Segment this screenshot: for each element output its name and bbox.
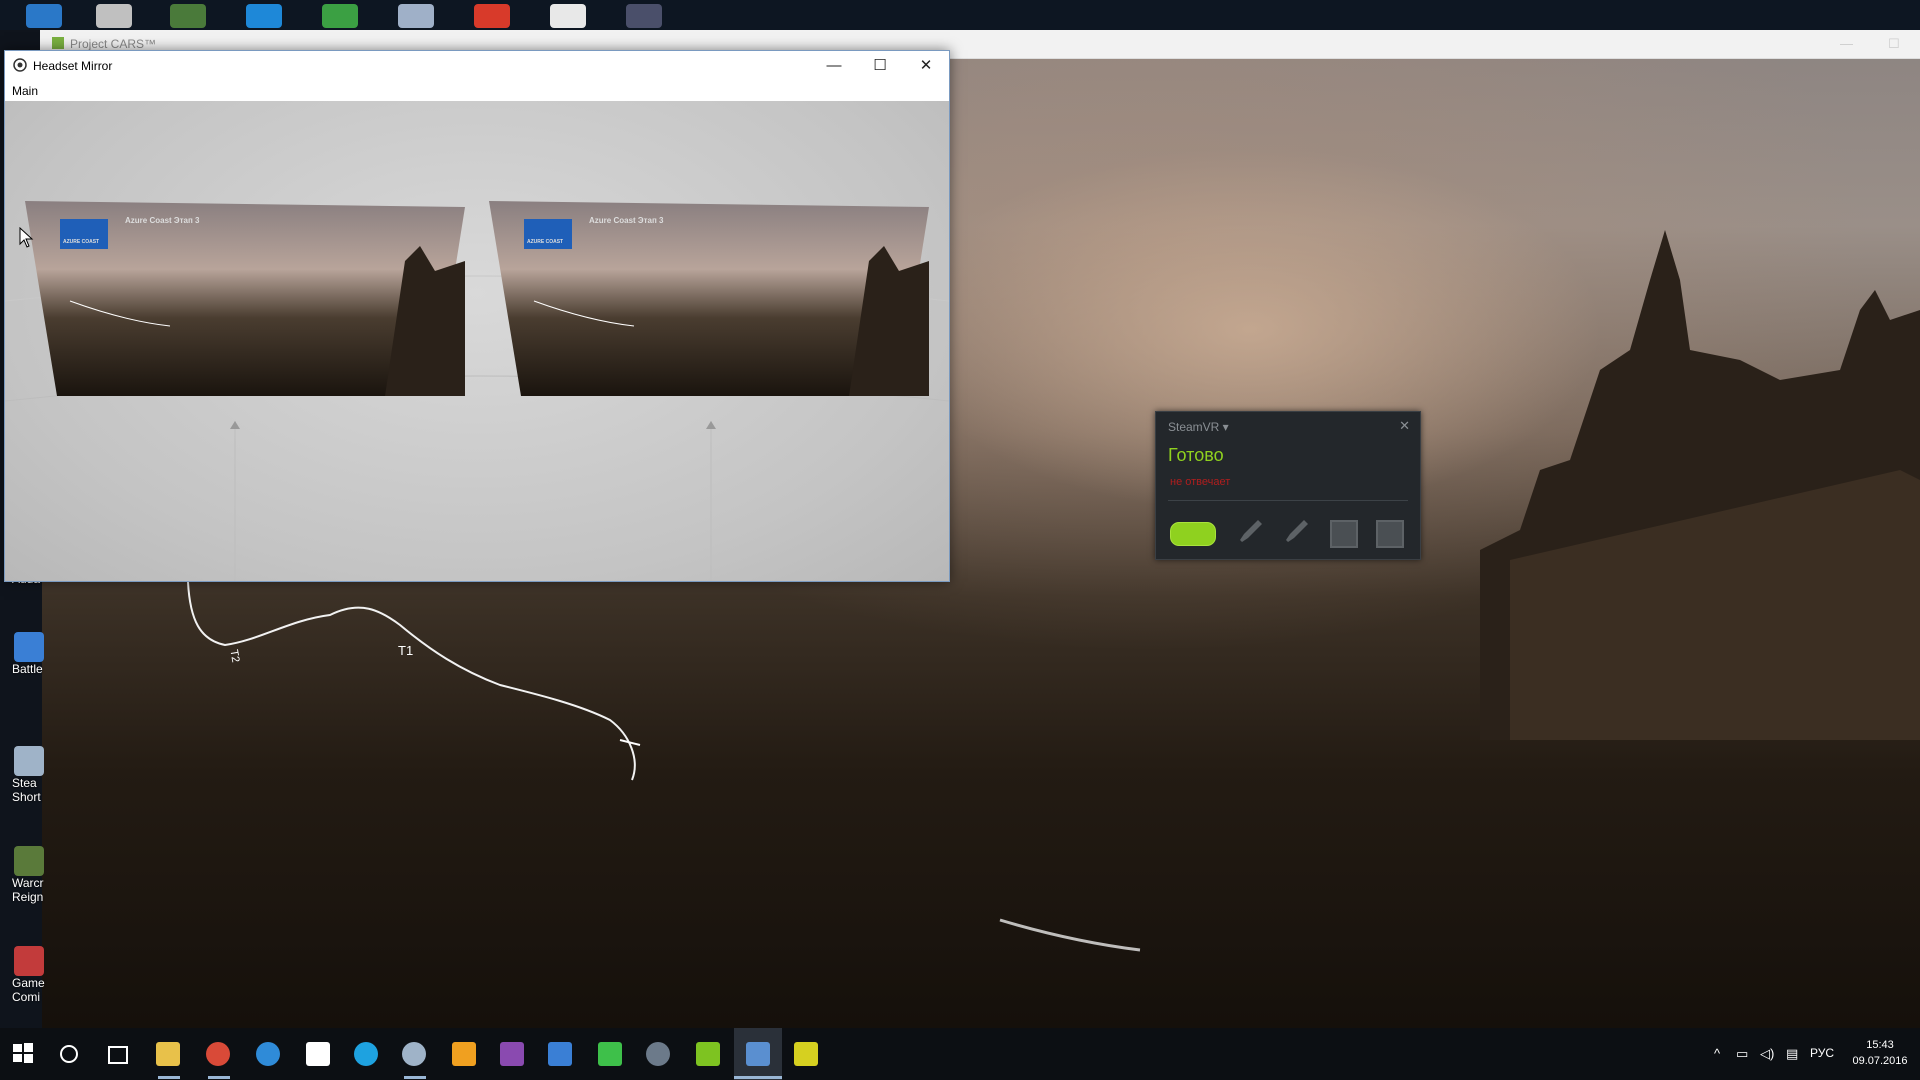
game-commander-icon bbox=[14, 946, 44, 976]
steamvr-menu[interactable]: SteamVR ▾ bbox=[1168, 420, 1229, 434]
active-indicator bbox=[158, 1076, 180, 1079]
desktop-top-icons bbox=[0, 0, 1920, 30]
desktop-icon-label: Stea Short bbox=[12, 776, 41, 804]
base-station-1-icon[interactable] bbox=[1330, 520, 1358, 548]
file-explorer-icon[interactable] bbox=[156, 1042, 180, 1066]
mouse-cursor-icon bbox=[19, 227, 34, 248]
chevron-up-icon[interactable]: ^ bbox=[1714, 1046, 1720, 1061]
close-icon[interactable]: ✕ bbox=[1399, 418, 1410, 434]
nvidia-icon[interactable] bbox=[696, 1042, 720, 1066]
eye-panel-title: Azure Coast Этап 3 bbox=[125, 216, 200, 225]
skype-icon[interactable] bbox=[354, 1042, 378, 1066]
razer-icon[interactable] bbox=[598, 1042, 622, 1066]
desktop-icon-game-commander[interactable]: Game Comi bbox=[8, 946, 48, 1004]
top-desktop-icon[interactable] bbox=[246, 4, 282, 28]
game-window-title: Project CARS™ bbox=[70, 37, 157, 51]
headset-mirror-view: Azure Coast Этап 3 AZURE COAST Azure Coa… bbox=[5, 101, 949, 581]
project-cars-icon bbox=[52, 37, 64, 49]
language-indicator[interactable]: РУС bbox=[1810, 1046, 1834, 1060]
track-label-t1: T1 bbox=[398, 643, 414, 658]
active-indicator bbox=[734, 1076, 782, 1079]
task-view-icon[interactable] bbox=[108, 1046, 128, 1064]
warcraft-icon bbox=[14, 846, 44, 876]
left-eye-screen bbox=[25, 201, 465, 396]
desktop-icon-steam-shortcut[interactable]: Stea Short bbox=[8, 746, 48, 804]
left-eye-panel: Azure Coast Этап 3 AZURE COAST bbox=[25, 201, 465, 396]
right-eye-screen bbox=[489, 201, 929, 396]
window-titlebar[interactable]: Headset Mirror — ☐ ✕ bbox=[5, 51, 949, 81]
eye-panel-title: Azure Coast Этап 3 bbox=[589, 216, 664, 225]
chrome-icon[interactable] bbox=[206, 1042, 230, 1066]
desktop-icon-warcraft[interactable]: Warcr Reign bbox=[8, 846, 48, 904]
desktop-icon-label: Warcr Reign bbox=[12, 876, 44, 904]
headset-mirror-window[interactable]: Headset Mirror — ☐ ✕ Main Azure Coast Эт… bbox=[4, 50, 950, 582]
close-button[interactable]: ✕ bbox=[903, 51, 949, 81]
controller-1-icon[interactable] bbox=[1236, 516, 1266, 546]
battlenet-icon bbox=[14, 632, 44, 662]
eye-panel-badge: AZURE COAST bbox=[527, 239, 564, 245]
edge-icon[interactable] bbox=[256, 1042, 280, 1066]
desktop-icon-battlenet[interactable]: Battle bbox=[8, 632, 48, 676]
notifications-icon[interactable]: ▤ bbox=[1786, 1046, 1798, 1062]
steamvr-substatus-text: не отвечает bbox=[1170, 476, 1231, 488]
maximize-button[interactable]: ☐ bbox=[857, 51, 903, 81]
headset-status-icon[interactable] bbox=[1170, 522, 1216, 546]
vlc-icon[interactable] bbox=[452, 1042, 476, 1066]
controller-2-icon[interactable] bbox=[1282, 516, 1312, 546]
top-desktop-icon[interactable] bbox=[322, 4, 358, 28]
settings-icon bbox=[746, 1042, 770, 1066]
maximize-icon: ☐ bbox=[873, 57, 887, 74]
clock[interactable]: 15:43 09.07.2016 bbox=[1850, 1037, 1910, 1069]
clock-date: 09.07.2016 bbox=[1852, 1055, 1908, 1067]
track-label-t2: T2 bbox=[227, 648, 242, 664]
taskbar-active-app[interactable] bbox=[734, 1028, 782, 1080]
divider bbox=[1168, 500, 1408, 501]
steamvr-status-window[interactable]: SteamVR ▾ ✕ Готово не отвечает bbox=[1155, 411, 1421, 560]
top-desktop-icon[interactable] bbox=[26, 4, 62, 28]
winrar-icon[interactable] bbox=[500, 1042, 524, 1066]
steam-icon[interactable] bbox=[402, 1042, 426, 1066]
search-icon[interactable] bbox=[60, 1045, 78, 1063]
window-title: Headset Mirror bbox=[33, 59, 113, 73]
top-desktop-icon[interactable] bbox=[474, 4, 510, 28]
minimize-icon[interactable]: — bbox=[1840, 36, 1853, 51]
clock-time: 15:43 bbox=[1866, 1039, 1894, 1051]
top-desktop-icon[interactable] bbox=[550, 4, 586, 28]
steamvr-status-text: Готово bbox=[1168, 445, 1224, 465]
steam-shortcut-icon bbox=[14, 746, 44, 776]
volume-icon[interactable]: ◁) bbox=[1760, 1046, 1774, 1062]
top-desktop-icon[interactable] bbox=[626, 4, 662, 28]
close-icon: ✕ bbox=[919, 57, 933, 74]
menu-item-main[interactable]: Main bbox=[12, 84, 38, 98]
network-icon[interactable]: ▭ bbox=[1736, 1046, 1748, 1062]
top-desktop-icon[interactable] bbox=[170, 4, 206, 28]
palace-silhouette bbox=[1480, 230, 1920, 740]
active-indicator bbox=[208, 1076, 230, 1079]
desktop-icon-label: Battle bbox=[12, 662, 43, 676]
windows-start-icon[interactable] bbox=[12, 1042, 34, 1064]
steamvr-app-icon bbox=[13, 58, 27, 72]
store-icon[interactable] bbox=[306, 1042, 330, 1066]
desktop-icon-label: Game Comi bbox=[12, 976, 45, 1004]
minimize-button[interactable]: — bbox=[811, 51, 857, 81]
top-desktop-icon[interactable] bbox=[398, 4, 434, 28]
steamvr-icon[interactable] bbox=[646, 1042, 670, 1066]
taskbar: ^ ▭ ◁) ▤ РУС 15:43 09.07.2016 bbox=[0, 1028, 1920, 1080]
minimize-icon: — bbox=[826, 57, 842, 74]
menu-bar: Main bbox=[5, 81, 949, 101]
active-indicator bbox=[404, 1076, 426, 1079]
top-desktop-icon[interactable] bbox=[96, 4, 132, 28]
base-station-2-icon[interactable] bbox=[1376, 520, 1404, 548]
project-cars-icon[interactable] bbox=[794, 1042, 818, 1066]
right-eye-panel: Azure Coast Этап 3 AZURE COAST bbox=[489, 201, 929, 396]
eye-panel-badge: AZURE COAST bbox=[63, 239, 100, 245]
maximize-icon[interactable]: ☐ bbox=[1888, 36, 1900, 52]
app-blue-icon[interactable] bbox=[548, 1042, 572, 1066]
